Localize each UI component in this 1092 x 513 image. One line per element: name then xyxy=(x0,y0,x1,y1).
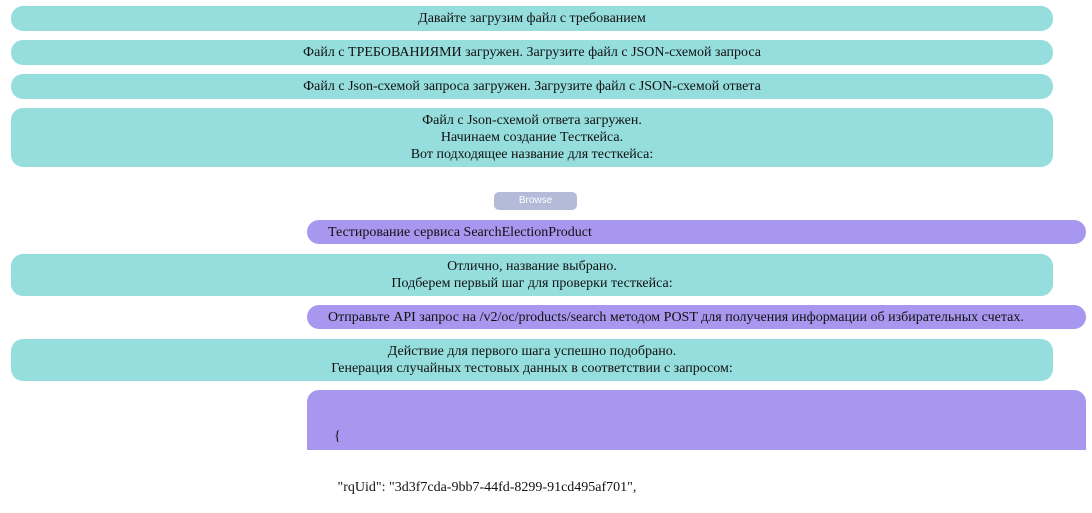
bot-message-upload-requirement: Давайте загрузим файл с требованием xyxy=(11,6,1053,31)
message-text-line: Отлично, название выбрано. xyxy=(447,259,617,274)
bot-message-response-schema-loaded: Файл с Json-схемой ответа загружен. Начи… xyxy=(11,108,1053,167)
message-text: Файл с ТРЕБОВАНИЯМИ загружен. Загрузите … xyxy=(303,45,761,60)
bot-message-name-selected: Отлично, название выбрано. Подберем перв… xyxy=(11,254,1053,296)
message-text: Тестирование сервиса SearchElectionProdu… xyxy=(328,225,592,240)
json-line: { xyxy=(327,429,341,444)
message-text-line: Файл с Json-схемой ответа загружен. xyxy=(422,113,642,128)
browse-button[interactable]: Browse xyxy=(494,192,577,210)
message-text-line: Действие для первого шага успешно подобр… xyxy=(387,344,677,359)
user-message-testcase-name: Тестирование сервиса SearchElectionProdu… xyxy=(307,220,1086,244)
bot-message-request-schema-loaded: Файл с Json-схемой запроса загружен. Заг… xyxy=(11,74,1053,99)
message-text-line: Подберем первый шаг для проверки тесткей… xyxy=(391,276,673,291)
bot-message-requirements-loaded: Файл с ТРЕБОВАНИЯМИ загружен. Загрузите … xyxy=(11,40,1053,65)
message-text: Файл с Json-схемой запроса загружен. Заг… xyxy=(303,79,761,94)
bot-message-step-selected: Действие для первого шага успешно подобр… xyxy=(11,339,1053,381)
message-text: Отправьте API запрос на /v2/oc/products/… xyxy=(328,310,1024,325)
message-text-line: Генерация случайных тестовых данных в со… xyxy=(331,361,733,376)
user-message-json-payload: { "rqUid": "3d3f7cda-9bb7-44fd-8299-91cd… xyxy=(307,390,1086,495)
json-line: "rqUid": "3d3f7cda-9bb7-44fd-8299-91cd49… xyxy=(327,480,637,495)
message-text-line: Вот подходящее название для тесткейса: xyxy=(410,147,654,162)
message-text-line: Начинаем создание Тесткейса. xyxy=(440,130,624,145)
user-message-first-step: Отправьте API запрос на /v2/oc/products/… xyxy=(307,305,1086,329)
message-text: Давайте загрузим файл с требованием xyxy=(418,11,646,26)
